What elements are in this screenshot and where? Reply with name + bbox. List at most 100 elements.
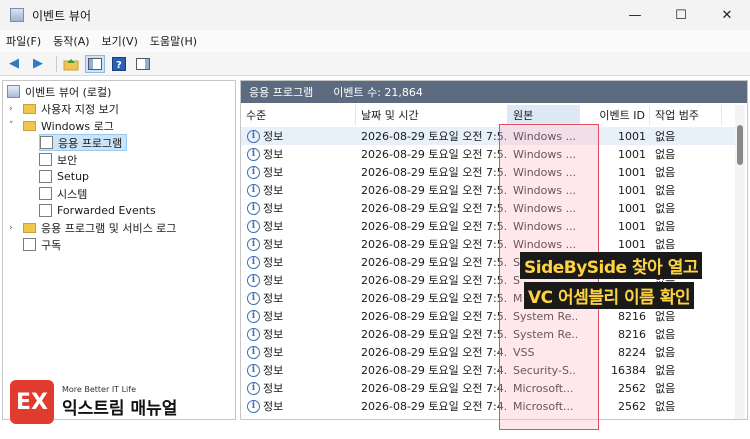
table-row[interactable]: i 정보 2026-08-29 토요일 오전 7:5... Windows ... 10… xyxy=(241,127,735,145)
menu-help[interactable]: 도움말(H) xyxy=(150,33,197,49)
tree-item-subscriptions[interactable]: 구독 xyxy=(23,236,61,253)
tree-item-application[interactable]: 응용 프로그램 xyxy=(39,134,128,151)
cell-datetime: 2026-08-29 토요일 오전 7:5... xyxy=(361,256,506,269)
tree-item-root[interactable]: 이벤트 뷰어 (로컬) xyxy=(7,83,111,100)
info-icon: i xyxy=(247,381,260,395)
menu-view[interactable]: 보기(V) xyxy=(102,33,138,49)
table-row[interactable]: i 정보 2026-08-29 토요일 오전 7:5... Windows ... 10… xyxy=(241,199,735,217)
cell-task-category: 없음 xyxy=(655,184,676,197)
tree-item-setup[interactable]: Setup xyxy=(39,168,89,185)
cell-datetime: 2026-08-29 토요일 오전 7:5... xyxy=(361,184,506,197)
vertical-scrollbar[interactable] xyxy=(735,105,745,419)
tree-item-label: Windows 로그 xyxy=(41,119,114,133)
chevron-right-icon[interactable]: › xyxy=(9,223,19,233)
cell-task-category: 없음 xyxy=(655,382,676,395)
tree-item-windows-logs[interactable]: ˅ Windows 로그 xyxy=(9,117,114,134)
tree-item-system[interactable]: 시스템 xyxy=(39,185,87,202)
menu-file[interactable]: 파일(F) xyxy=(6,33,41,49)
folder-icon xyxy=(23,222,36,233)
chevron-right-icon[interactable]: › xyxy=(9,104,19,114)
log-icon xyxy=(39,153,52,166)
cell-level: i 정보 xyxy=(247,217,352,235)
cell-level: i 정보 xyxy=(247,307,352,325)
table-row[interactable]: i 정보 2026-08-29 토요일 오전 7:5... System Re... 8… xyxy=(241,307,735,325)
minimize-button[interactable]: — xyxy=(612,0,658,30)
level-text: 정보 xyxy=(263,364,284,377)
chevron-down-icon[interactable]: ˅ xyxy=(9,121,19,131)
column-source[interactable]: 원본 xyxy=(508,105,580,125)
table-row[interactable]: i 정보 2026-08-29 토요일 오전 7:5... Windows ... 10… xyxy=(241,235,735,253)
info-icon: i xyxy=(247,165,260,179)
forward-icon[interactable]: ▶ xyxy=(28,55,48,73)
level-text: 정보 xyxy=(263,292,284,305)
info-icon: i xyxy=(247,327,260,341)
column-event-id[interactable]: 이벤트 ID xyxy=(580,105,650,125)
table-row[interactable]: i 정보 2026-08-29 토요일 오전 7:4... VSS 8224 없음 xyxy=(241,343,735,361)
logo-text: More Better IT Life 익스트림 매뉴얼 xyxy=(62,385,177,419)
cell-task-category: 없음 xyxy=(655,346,676,359)
cell-datetime: 2026-08-29 토요일 오전 7:4... xyxy=(361,400,506,413)
cell-task-category: 없음 xyxy=(655,328,676,341)
cell-datetime: 2026-08-29 토요일 오전 7:4... xyxy=(361,346,506,359)
cell-level: i 정보 xyxy=(247,379,352,397)
cell-datetime: 2026-08-29 토요일 오전 7:5... xyxy=(361,220,506,233)
info-icon: i xyxy=(247,201,260,215)
cell-level: i 정보 xyxy=(247,235,352,253)
info-icon: i xyxy=(247,147,260,161)
level-text: 정보 xyxy=(263,166,284,179)
logo-name: 익스트림 매뉴얼 xyxy=(62,399,178,419)
logo-mark: EX xyxy=(10,380,54,424)
annotation-line-1: SideBySide 찾아 열고 xyxy=(520,252,702,279)
tree-item-app-service-logs[interactable]: › 응용 프로그램 및 서비스 로그 xyxy=(9,219,176,236)
tree-item-security[interactable]: 보안 xyxy=(39,151,77,168)
window-title: 이벤트 뷰어 xyxy=(32,8,92,23)
tree-item-label: 구독 xyxy=(41,238,62,252)
tree-item-custom-views[interactable]: › 사용자 지정 보기 xyxy=(9,100,119,117)
tree-item-label: 보안 xyxy=(57,153,78,167)
menu-action[interactable]: 동작(A) xyxy=(53,33,89,49)
table-row[interactable]: i 정보 2026-08-29 토요일 오전 7:4... Security-S...… xyxy=(241,361,735,379)
annotation-line-2: VC 어셈블리 이름 확인 xyxy=(524,282,695,309)
info-icon: i xyxy=(247,291,260,305)
tree-item-label: 응용 프로그램 xyxy=(58,136,123,150)
console-tree: 이벤트 뷰어 (로컬) › 사용자 지정 보기 ˅ Windows 로그 응용 … xyxy=(2,80,236,420)
show-hide-console-tree-icon[interactable] xyxy=(85,54,105,73)
level-text: 정보 xyxy=(263,148,284,161)
table-row[interactable]: i 정보 2026-08-29 토요일 오전 7:4... Microsoft... 2… xyxy=(241,379,735,397)
tree-item-forwarded-events[interactable]: Forwarded Events xyxy=(39,202,156,219)
info-icon: i xyxy=(247,129,260,143)
event-list-pane: 응용 프로그램 이벤트 수: 21,864 수준 날짜 및 시간 원본 이벤트 … xyxy=(240,80,748,420)
column-header-row: 수준 날짜 및 시간 원본 이벤트 ID 작업 범주 xyxy=(241,105,735,125)
event-viewer-icon xyxy=(7,85,20,98)
table-row[interactable]: i 정보 2026-08-29 토요일 오전 7:5... Windows ... 10… xyxy=(241,217,735,235)
column-datetime[interactable]: 날짜 및 시간 xyxy=(356,105,508,125)
show-hide-action-pane-icon[interactable] xyxy=(133,55,153,73)
table-row[interactable]: i 정보 2026-08-29 토요일 오전 7:4... Microsoft... 2… xyxy=(241,397,735,415)
log-icon xyxy=(40,136,53,149)
log-icon xyxy=(39,187,52,200)
help-icon[interactable]: ? xyxy=(109,55,129,73)
table-row[interactable]: i 정보 2026-08-29 토요일 오전 7:5... Windows ... 10… xyxy=(241,181,735,199)
toolbar: ◀ ▶ ? xyxy=(0,52,750,76)
column-level[interactable]: 수준 xyxy=(241,105,356,125)
info-icon: i xyxy=(247,399,260,413)
level-text: 정보 xyxy=(263,130,284,143)
cell-task-category: 없음 xyxy=(655,238,676,251)
close-button[interactable]: ✕ xyxy=(704,0,750,30)
scrollbar-thumb[interactable] xyxy=(737,125,743,165)
back-icon[interactable]: ◀ xyxy=(4,55,24,73)
logo-tagline: More Better IT Life xyxy=(62,385,137,394)
column-task-category[interactable]: 작업 범주 xyxy=(650,105,722,125)
event-viewer-icon xyxy=(10,8,24,22)
tree-item-label: Forwarded Events xyxy=(57,204,156,217)
maximize-button[interactable]: ☐ xyxy=(658,0,704,30)
cell-datetime: 2026-08-29 토요일 오전 7:5... xyxy=(361,328,506,341)
up-folder-icon[interactable] xyxy=(61,55,81,73)
table-row[interactable]: i 정보 2026-08-29 토요일 오전 7:5... Windows ... 10… xyxy=(241,163,735,181)
table-row[interactable]: i 정보 2026-08-29 토요일 오전 7:5... Windows ... 10… xyxy=(241,145,735,163)
cell-datetime: 2026-08-29 토요일 오전 7:4... xyxy=(361,382,506,395)
log-icon xyxy=(39,204,52,217)
info-icon: i xyxy=(247,273,260,287)
cell-level: i 정보 xyxy=(247,289,352,307)
table-row[interactable]: i 정보 2026-08-29 토요일 오전 7:5... System Re... 8… xyxy=(241,325,735,343)
